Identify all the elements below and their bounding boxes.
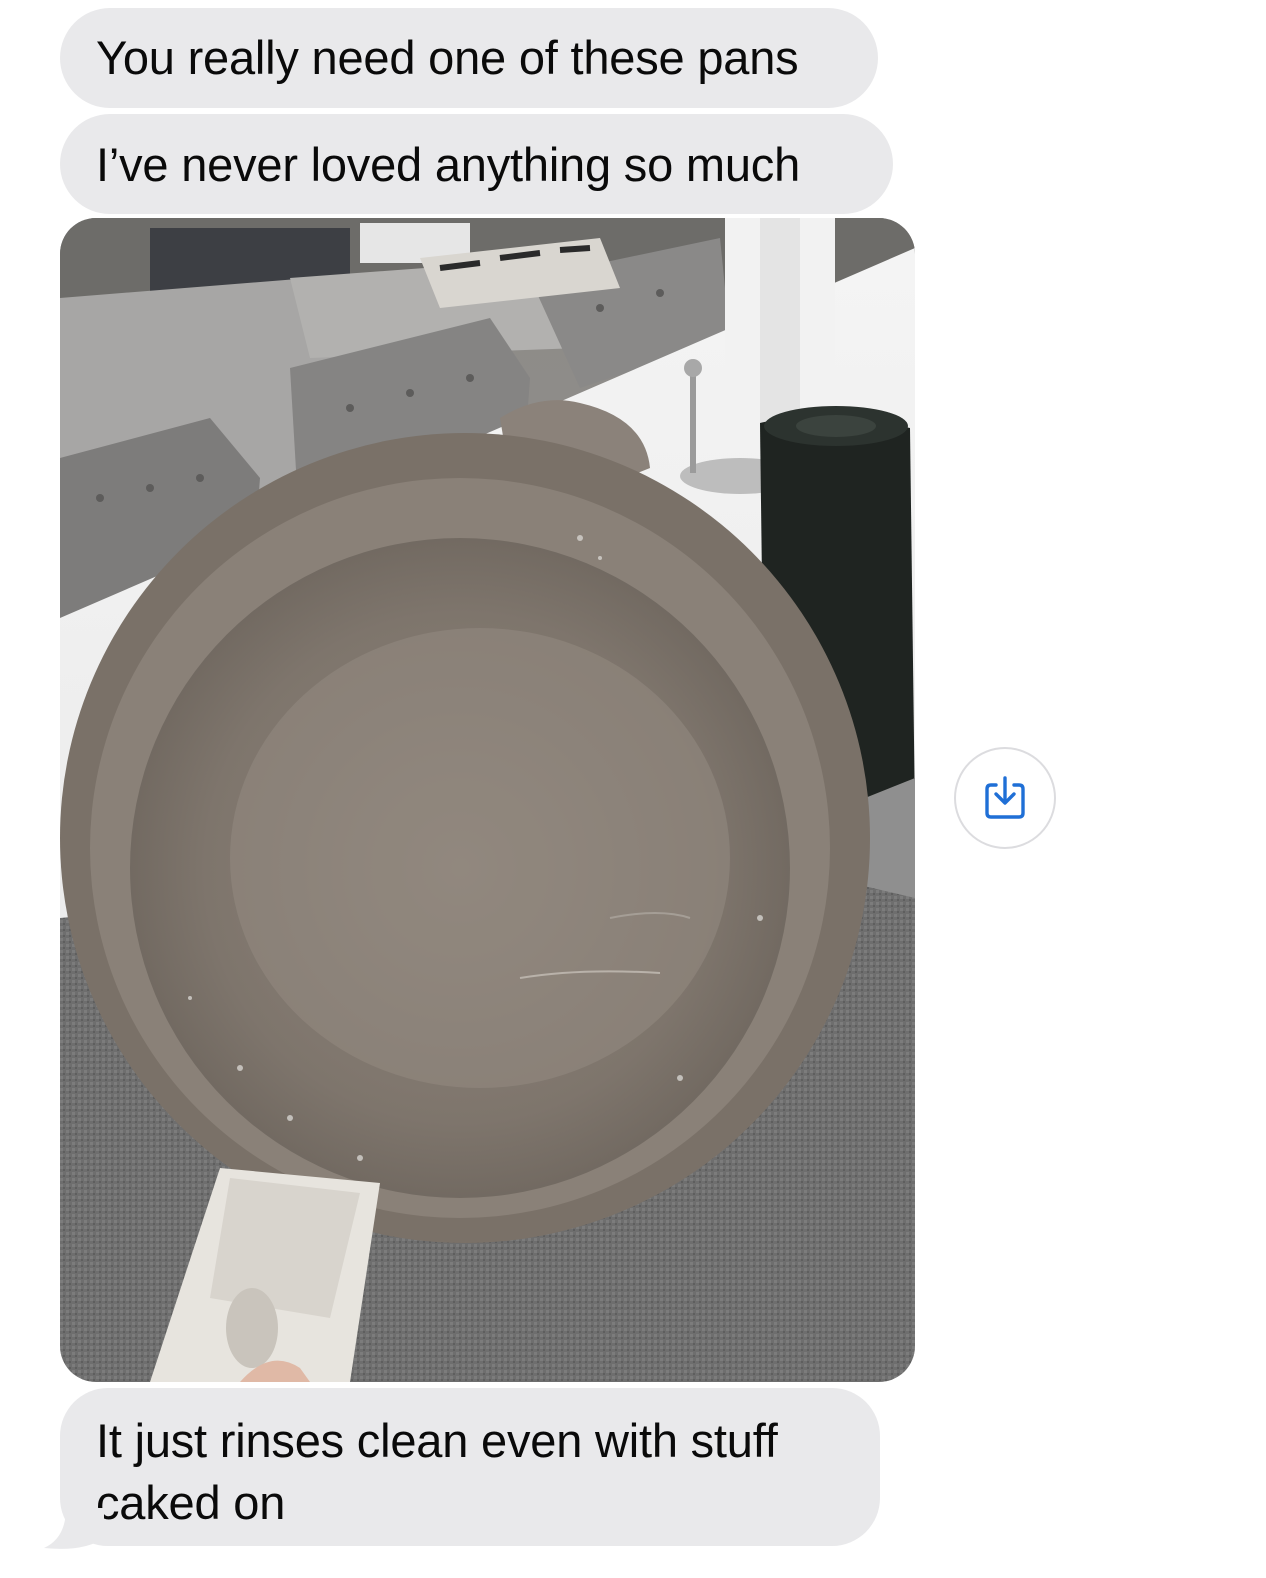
message-photo[interactable] [60,218,915,1382]
message-text-2: I’ve never loved anything so much [96,138,801,191]
message-bubble-3[interactable]: It just rinses clean even with stuff cak… [60,1388,880,1546]
message-bubble-1[interactable]: You really need one of these pans [60,8,878,108]
save-download-icon [985,776,1025,819]
message-text-1: You really need one of these pans [96,31,799,84]
pan-photo-image [60,218,915,1382]
save-image-button[interactable] [954,747,1056,849]
bubble-tail [44,1508,104,1549]
message-bubble-2[interactable]: I’ve never loved anything so much [60,114,893,214]
message-text-3: It just rinses clean even with stuff cak… [96,1414,778,1529]
